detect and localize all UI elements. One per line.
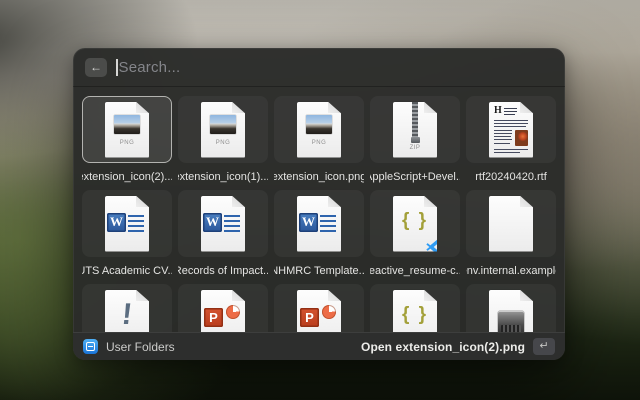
file-grid: PNG extension_icon(2).... PNG extension_…	[73, 86, 565, 333]
file-name-label: AppleScript+Devel...	[370, 163, 460, 190]
footer-source: User Folders	[83, 339, 175, 354]
file-name-label: NHMRC Template...	[274, 257, 364, 284]
file-tile[interactable]: W	[82, 190, 172, 257]
footer-bar: User Folders Open extension_icon(2).png …	[73, 332, 565, 360]
back-arrow-icon: ←	[90, 61, 102, 73]
pie-chart-icon	[322, 305, 336, 319]
file-tile[interactable]: PNG	[274, 96, 364, 163]
word-logo: W	[107, 213, 126, 232]
json-file-icon: { }	[393, 290, 437, 334]
file-cell: PNG extension_icon(1)....	[178, 96, 268, 190]
file-tile[interactable]: P	[178, 284, 268, 333]
png-file-icon: PNG	[201, 102, 245, 158]
braces-glyph: { }	[393, 210, 437, 232]
file-tile[interactable]: PNG	[82, 96, 172, 163]
png-file-icon: PNG	[297, 102, 341, 158]
file-tile[interactable]: ZIP	[370, 96, 460, 163]
powerpoint-file-icon: P	[201, 290, 245, 334]
photo-thumbnail	[114, 115, 140, 134]
pie-chart-icon	[226, 305, 240, 319]
file-cell: H rtf20240420.rtf	[466, 96, 556, 190]
file-tile[interactable]: { }	[370, 284, 460, 333]
file-tile[interactable]	[466, 190, 556, 257]
file-cell: { } reactive_resume-c...	[370, 190, 460, 284]
braces-glyph: { }	[393, 304, 437, 326]
png-file-icon: PNG	[105, 102, 149, 158]
zip-file-icon: ZIP	[393, 102, 437, 158]
word-logo: W	[299, 213, 318, 232]
hard-drive-icon	[498, 311, 524, 334]
config-file-icon: !	[105, 290, 149, 334]
file-name-label: UTS Academic CV...	[82, 257, 172, 284]
search-placeholder: Search...	[119, 59, 181, 76]
json-file-icon: { }	[393, 196, 437, 252]
back-button[interactable]: ←	[85, 58, 107, 77]
file-tile[interactable]: W	[274, 190, 364, 257]
photo-thumbnail	[210, 115, 236, 134]
zipper-icon	[412, 102, 418, 138]
file-name-label: extension_icon(2)....	[82, 163, 172, 190]
file-tile[interactable]: !	[82, 284, 172, 333]
file-cell: env.internal.example	[466, 190, 556, 284]
file-name-label: reactive_resume-c...	[370, 257, 460, 284]
vscode-badge-icon	[426, 239, 442, 255]
file-name-label: extension_icon(1)....	[178, 163, 268, 190]
text-cursor	[116, 59, 118, 76]
file-cell	[466, 284, 556, 333]
file-cell: ZIP AppleScript+Devel...	[370, 96, 460, 190]
action-label: Open extension_icon(2).png	[361, 340, 525, 354]
file-name-label: extension_icon.png	[274, 163, 364, 190]
file-cell: !	[82, 284, 172, 333]
file-cell: PNG extension_icon.png	[274, 96, 364, 190]
word-file-icon: W	[297, 196, 341, 252]
photo-thumbnail	[306, 115, 332, 134]
file-cell: P	[178, 284, 268, 333]
article-image	[515, 130, 528, 146]
file-tile[interactable]	[466, 284, 556, 333]
word-logo: W	[203, 213, 222, 232]
footer-action[interactable]: Open extension_icon(2).png ↵	[361, 338, 555, 355]
file-cell: { }	[370, 284, 460, 333]
file-cell: P	[274, 284, 364, 333]
file-tile[interactable]: P	[274, 284, 364, 333]
file-tile[interactable]: { }	[370, 190, 460, 257]
file-name-label: Records of Impact...	[178, 257, 268, 284]
file-name-label: rtf20240420.rtf	[466, 163, 556, 190]
file-tile[interactable]: H	[466, 96, 556, 163]
disk-image-file-icon	[489, 290, 533, 334]
blank-file-icon	[489, 196, 533, 252]
file-cell: PNG extension_icon(2)....	[82, 96, 172, 190]
file-tile[interactable]: PNG	[178, 96, 268, 163]
rtf-file-icon: H	[489, 102, 533, 158]
file-name-label: env.internal.example	[466, 257, 556, 284]
file-tile[interactable]: W	[178, 190, 268, 257]
exclamation-glyph: !	[103, 298, 151, 332]
return-key-icon: ↵	[533, 338, 555, 355]
file-cell: W NHMRC Template...	[274, 190, 364, 284]
word-file-icon: W	[201, 196, 245, 252]
powerpoint-logo: P	[204, 308, 223, 327]
search-bar: ← Search...	[73, 48, 565, 87]
search-input[interactable]: Search...	[116, 59, 553, 76]
user-folders-icon	[83, 339, 98, 354]
file-cell: W Records of Impact...	[178, 190, 268, 284]
file-cell: W UTS Academic CV...	[82, 190, 172, 284]
source-label: User Folders	[106, 340, 175, 354]
powerpoint-file-icon: P	[297, 290, 341, 334]
file-search-panel: ← Search... PNG extension_icon(2).... PN…	[73, 48, 565, 360]
powerpoint-logo: P	[300, 308, 319, 327]
word-file-icon: W	[105, 196, 149, 252]
